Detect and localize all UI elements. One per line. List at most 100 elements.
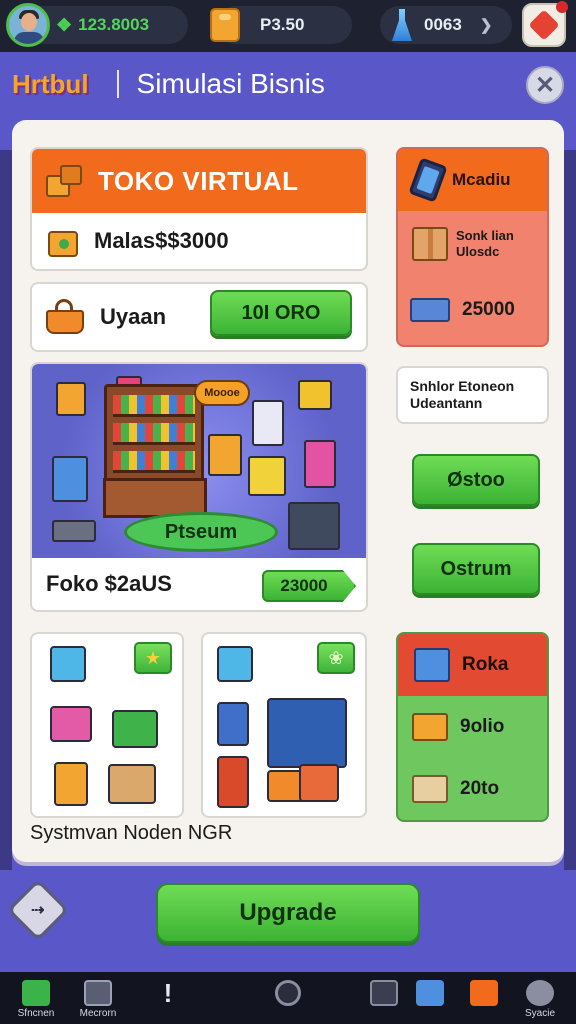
basket-icon: [50, 646, 86, 682]
nav-item-home[interactable]: [256, 972, 320, 1024]
stock-row-1: 9olio: [398, 696, 547, 758]
basket-icon: [217, 646, 253, 682]
tray-icon: [410, 298, 450, 322]
money-icon: ❖: [56, 14, 73, 35]
player-avatar[interactable]: [6, 3, 50, 47]
cash-counter[interactable]: ❖ 123.8003: [6, 3, 188, 47]
uyaan-buy-button[interactable]: 10I ORO: [210, 290, 352, 336]
book-icon: [217, 702, 249, 746]
pin-icon: [528, 9, 560, 41]
scene-footer: Foko $2aUS 23000: [32, 558, 366, 610]
uyaan-card: Uyaan 10I ORO: [30, 282, 368, 352]
box-icon: [299, 764, 339, 802]
ostrum-button[interactable]: Ostrum: [412, 543, 540, 595]
stock-list-card[interactable]: Roka 9olio 20to: [396, 632, 549, 822]
book-icon: [217, 756, 249, 808]
nav-label: Syacie: [524, 1008, 555, 1019]
coin-box-icon: [210, 8, 240, 42]
home-icon: [275, 980, 301, 1006]
nav-item-map[interactable]: [452, 972, 516, 1024]
page-title: Simulasi Bisnis: [136, 68, 325, 99]
systemwide-caption: Systmvan Noden NGR: [30, 822, 233, 844]
boxes-icon: [44, 163, 84, 199]
notification-dot: [556, 1, 568, 13]
platform-label: Ptseum: [164, 520, 238, 543]
nav-item-alerts[interactable]: !: [136, 972, 200, 1024]
bag-icon: [208, 434, 242, 476]
stock-card-header: Roka: [398, 634, 547, 696]
toko-price-row: Malas$$3000: [32, 213, 366, 269]
cart-icon: [412, 713, 448, 741]
toko-price: Malas$$3000: [94, 228, 229, 253]
media-row-2: 25000: [398, 277, 547, 343]
bag-icon: [56, 382, 86, 416]
nav-label: Sfncnen: [17, 1008, 55, 1019]
media-row-label: Sonk lian Ulosdc: [456, 228, 514, 259]
brand-logo: Hrtbul: [12, 68, 89, 99]
media-card-header: Mcadiu: [398, 149, 547, 211]
item-card-storage[interactable]: ★: [30, 632, 184, 818]
nav-item-settings[interactable]: Syacie: [508, 972, 572, 1024]
bag-icon: [46, 223, 80, 259]
box-icon: [52, 456, 88, 502]
star-badge[interactable]: ★: [134, 642, 172, 674]
page-header: Hrtbul Simulasi Bisnis ✕: [0, 52, 576, 116]
chevron-right-icon[interactable]: ❯: [480, 16, 493, 34]
uyaan-label: Uyaan: [100, 304, 167, 329]
leaf-badge[interactable]: ❀: [317, 642, 355, 674]
gem-flask-icon: [390, 7, 414, 43]
box-icon: [298, 380, 332, 410]
media-title: Mcadiu: [452, 170, 511, 189]
stock-row-1-value: 9olio: [460, 716, 505, 737]
settings-icon: [526, 980, 554, 1006]
toko-virtual-card[interactable]: TOKO VIRTUAL Malas$$3000: [30, 147, 368, 271]
nav-item-inventory[interactable]: Mecrorn: [66, 972, 130, 1024]
media-row-value: 25000: [462, 299, 515, 320]
media-card[interactable]: Mcadiu Sonk lian Ulosdc 25000: [396, 147, 549, 347]
monitor-icon: [267, 698, 347, 768]
box-icon: [412, 227, 448, 261]
close-button[interactable]: ✕: [526, 66, 564, 104]
pin-icon: [470, 980, 498, 1006]
crate-icon: [50, 706, 92, 742]
header-divider: [116, 70, 119, 98]
clipboard-icon: [370, 980, 398, 1006]
upgrade-button[interactable]: Upgrade: [156, 883, 420, 943]
notification-button[interactable]: [522, 1, 568, 47]
bg-strip-right: [564, 150, 576, 870]
shop-sign: Moooe: [194, 380, 250, 406]
map-icon[interactable]: ⇢: [6, 878, 70, 942]
store-platform: Ptseum: [124, 512, 278, 552]
gem-counter[interactable]: 0063 ❯: [380, 6, 512, 44]
bottom-nav: Sfncnen Mecrorn ! Syacie: [0, 972, 576, 1024]
crate-icon: [112, 710, 158, 748]
nav-label: Mecrorn: [79, 1008, 117, 1019]
store-scene-card[interactable]: Moooe Ptseum Foko $2aUS 23000: [30, 362, 368, 612]
alert-icon: !: [163, 978, 173, 1008]
store-icon: [22, 980, 50, 1006]
box-icon: [252, 400, 284, 446]
leaf-icon: ❀: [328, 647, 344, 668]
star-icon: ★: [144, 647, 162, 668]
phone-icon: [408, 157, 448, 203]
resource-bar: ❖ 123.8003 P3.50 0063 ❯: [0, 0, 576, 52]
item-card-electronics[interactable]: ❀: [201, 632, 367, 818]
info-label: Snhlor Etoneon Udeantann: [410, 378, 515, 411]
media-row-1: Sonk lian Ulosdc: [398, 211, 547, 277]
box-icon: [412, 775, 448, 803]
box-icon: [108, 764, 156, 804]
cube-icon: [414, 648, 450, 682]
store-shelf: [103, 384, 207, 518]
device-icon: [52, 520, 96, 542]
close-icon: ✕: [534, 71, 556, 99]
stock-row-2-value: 20to: [460, 778, 500, 799]
store-illustration: Moooe Ptseum: [32, 364, 366, 558]
stock-button[interactable]: Østoo: [412, 454, 540, 506]
basket-icon: [44, 298, 86, 336]
stock-row-2: 20to: [398, 758, 547, 820]
nav-item-store[interactable]: Sfncnen: [4, 972, 68, 1024]
toko-title: TOKO VIRTUAL: [98, 165, 299, 196]
toko-card-header: TOKO VIRTUAL: [32, 149, 366, 213]
scene-buy-button[interactable]: 23000: [262, 570, 356, 602]
coin-counter[interactable]: P3.50: [210, 6, 352, 44]
